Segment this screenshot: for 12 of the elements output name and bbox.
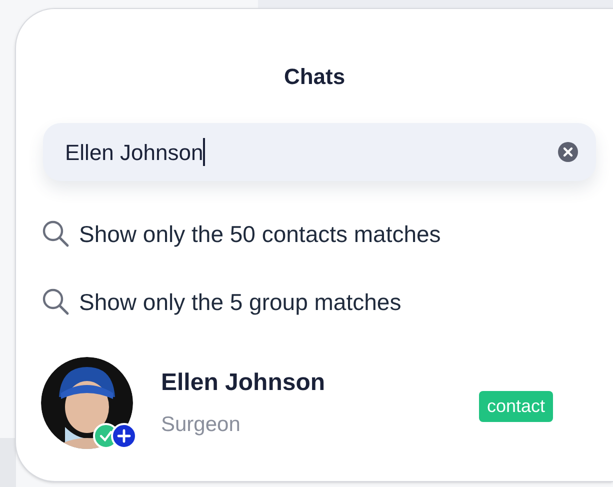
panel-title: Chats (284, 63, 346, 91)
contact-name: Ellen Johnson (161, 368, 326, 398)
contact-role: Surgeon (161, 412, 242, 438)
search-suggestion-link[interactable]: Show only the 50 contacts matches (79, 216, 441, 252)
add-badge-icon[interactable] (111, 423, 137, 449)
search-icon (41, 287, 71, 317)
contact-tag: contact (478, 390, 553, 422)
clear-icon[interactable] (558, 142, 578, 162)
search-field[interactable]: Ellen Johnson (43, 123, 596, 181)
search-suggestion-link[interactable]: Show only the 5 group matches (79, 284, 402, 320)
background-panel (0, 438, 16, 487)
search-icon (41, 219, 71, 249)
